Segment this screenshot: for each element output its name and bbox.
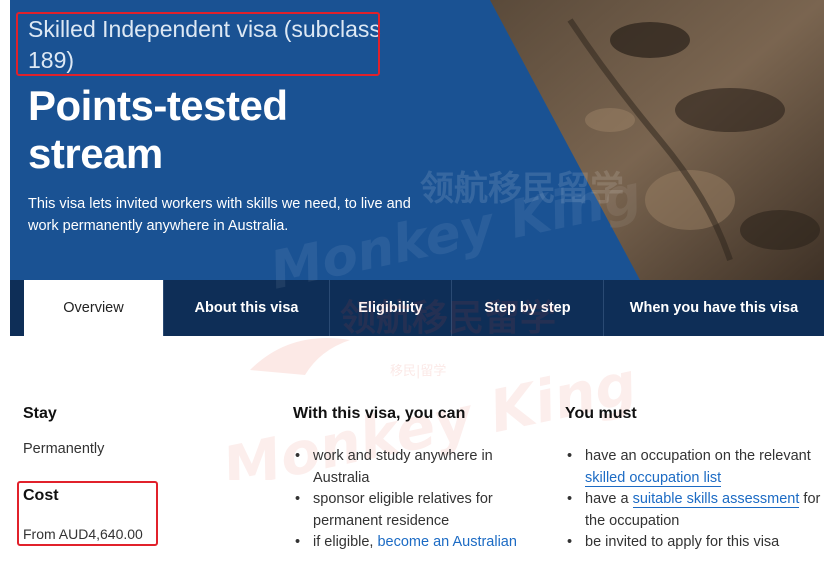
list-item: sponsor eligible relatives for permanent…: [293, 489, 543, 532]
tab-overview[interactable]: Overview: [24, 280, 164, 336]
skilled-occupation-list-link[interactable]: skilled occupation list: [585, 469, 722, 487]
you-must-section: You must have an occupation on the relev…: [565, 404, 824, 554]
list-item: work and study anywhere in Australia: [293, 446, 543, 489]
list-item-text: have a: [585, 491, 633, 507]
with-this-visa-heading: With this visa, you can: [293, 405, 466, 422]
stay-heading: Stay: [23, 405, 57, 422]
list-item: be invited to apply for this visa: [565, 532, 824, 554]
skills-assessment-link[interactable]: suitable skills assessment: [632, 491, 800, 508]
list-item-text: if eligible,: [313, 534, 378, 550]
you-must-list: have an occupation on the relevant skill…: [565, 446, 824, 554]
page-title-line-2: stream: [28, 130, 163, 177]
tab-bar: Overview About this visa Eligibility Ste…: [10, 280, 824, 336]
tab-eligibility[interactable]: Eligibility: [330, 280, 452, 336]
list-item-text: have an occupation on the relevant: [585, 448, 811, 464]
page-title: Points-tested stream: [28, 82, 288, 178]
tab-about-this-visa[interactable]: About this visa: [164, 280, 330, 336]
list-item-text: be invited to apply for this visa: [585, 534, 780, 550]
cost-highlight-box: [17, 481, 158, 546]
list-item: have a suitable skills assessment for th…: [565, 489, 824, 532]
watermark-cn-small: 移民|留学: [390, 363, 446, 379]
become-citizen-link[interactable]: become an Australian: [377, 534, 516, 550]
tab-step-by-step[interactable]: Step by step: [452, 280, 604, 336]
stay-section: Stay: [23, 404, 223, 424]
hero-description: This visa lets invited workers with skil…: [28, 196, 411, 234]
list-item: have an occupation on the relevant skill…: [565, 446, 824, 489]
you-must-heading: You must: [565, 405, 637, 422]
list-item: if eligible, become an Australian: [293, 532, 543, 554]
stay-value: Permanently: [23, 441, 105, 457]
page-title-line-1: Points-tested: [28, 82, 288, 129]
subtitle-highlight-box: [16, 12, 380, 76]
tab-when-you-have-this-visa[interactable]: When you have this visa: [604, 280, 824, 336]
with-this-visa-section: With this visa, you can work and study a…: [293, 404, 543, 554]
with-this-visa-list: work and study anywhere in Australia spo…: [293, 446, 543, 554]
